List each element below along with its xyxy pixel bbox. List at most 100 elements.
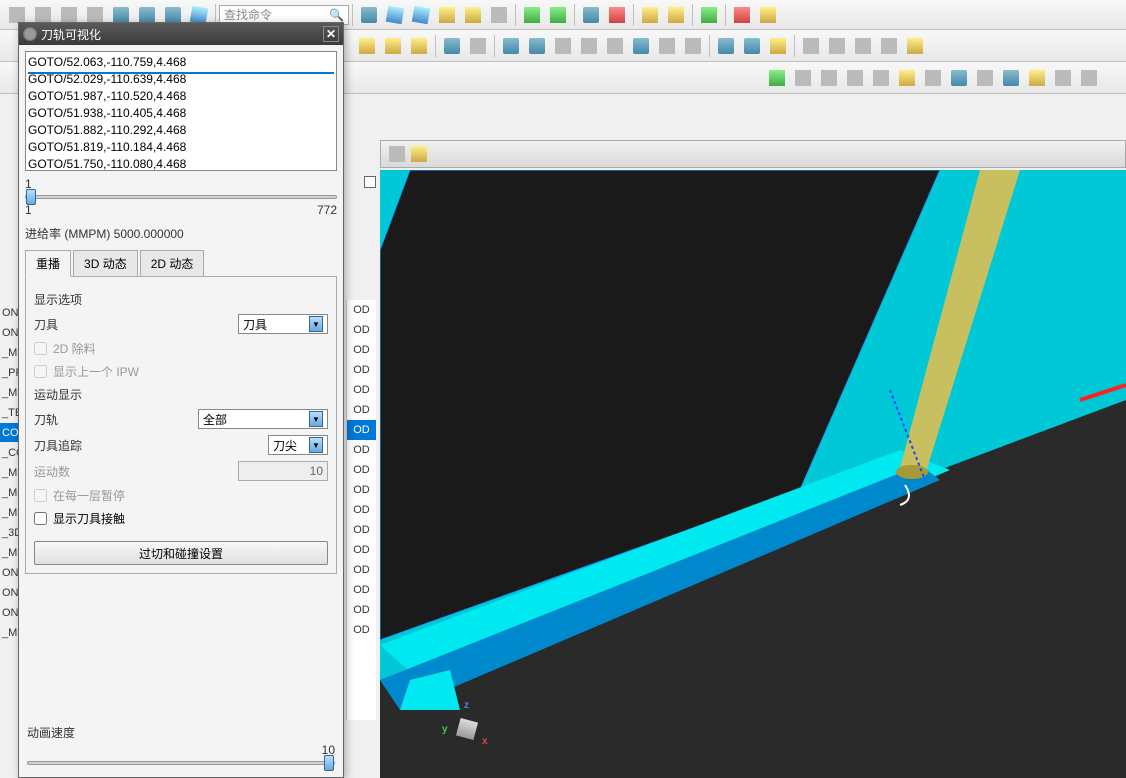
- od-item[interactable]: OD: [347, 560, 376, 580]
- tb-seq2-icon[interactable]: [525, 34, 549, 58]
- tb-m5-icon[interactable]: [869, 66, 893, 90]
- tb-g3-icon[interactable]: [851, 34, 875, 58]
- tb-m4-icon[interactable]: [843, 66, 867, 90]
- od-item[interactable]: OD: [347, 620, 376, 640]
- goto-line[interactable]: GOTO/51.987,-110.520,4.468: [28, 88, 334, 105]
- goto-line[interactable]: GOTO/51.819,-110.184,4.468: [28, 139, 334, 156]
- tb-seq3-icon[interactable]: [551, 34, 575, 58]
- tool-select[interactable]: 刀具 ▼: [238, 314, 328, 334]
- tb-layer2-icon[interactable]: [461, 3, 485, 27]
- replay-panel: 显示选项 刀具 刀具 ▼ 2D 除料 显示上一个 IPW 运动显示 刀轨: [25, 277, 337, 574]
- tb-post-icon[interactable]: [466, 34, 490, 58]
- tb-sel2-icon[interactable]: [740, 34, 764, 58]
- show-contact-checkbox[interactable]: [34, 512, 47, 525]
- tb-bound2-icon[interactable]: [681, 34, 705, 58]
- tb-wire-icon[interactable]: [487, 3, 511, 27]
- tb-flag-icon[interactable]: [895, 66, 919, 90]
- tb-m10-icon[interactable]: [1025, 66, 1049, 90]
- od-item[interactable]: OD: [347, 580, 376, 600]
- goto-listbox[interactable]: GOTO/52.063,-110.759,4.468GOTO/52.029,-1…: [25, 51, 337, 171]
- tb-box-icon[interactable]: [409, 3, 433, 27]
- 3d-viewport[interactable]: x y z: [380, 170, 1126, 778]
- od-item[interactable]: OD: [347, 360, 376, 380]
- toolpath-select[interactable]: 全部 ▼: [198, 409, 328, 429]
- gear-icon[interactable]: [23, 27, 37, 41]
- tb-shade-icon[interactable]: [383, 3, 407, 27]
- tb-op3-icon[interactable]: [407, 34, 431, 58]
- tb-g1-icon[interactable]: [799, 34, 823, 58]
- goto-line[interactable]: GOTO/51.938,-110.405,4.468: [28, 105, 334, 122]
- od-item[interactable]: OD: [347, 520, 376, 540]
- tb-analyze-icon[interactable]: [664, 3, 688, 27]
- tb-wcs-icon[interactable]: [520, 3, 544, 27]
- show-contact-row[interactable]: 显示刀具接触: [34, 510, 328, 527]
- goto-line[interactable]: GOTO/51.750,-110.080,4.468: [28, 156, 334, 171]
- tb-m7-icon[interactable]: [947, 66, 971, 90]
- tb-seq4-icon[interactable]: [577, 34, 601, 58]
- od-item[interactable]: OD: [347, 440, 376, 460]
- tool-trace-value: 刀尖: [273, 437, 297, 454]
- tb-g5-icon[interactable]: [903, 34, 927, 58]
- tb-m2-icon[interactable]: [791, 66, 815, 90]
- goto-line[interactable]: GOTO/51.882,-110.292,4.468: [28, 122, 334, 139]
- tab-2d-dynamic[interactable]: 2D 动态: [140, 250, 205, 276]
- tb-thread-icon[interactable]: [730, 3, 754, 27]
- motion-count-field: 10: [238, 461, 328, 481]
- tb-seq1-icon[interactable]: [499, 34, 523, 58]
- toolpath-visualize-dialog: 刀轨可视化 ✕ GOTO/52.063,-110.759,4.468GOTO/5…: [18, 22, 344, 778]
- slider-thumb[interactable]: [26, 189, 36, 205]
- tb-doc-icon[interactable]: [440, 34, 464, 58]
- tool-trace-select[interactable]: 刀尖 ▼: [268, 435, 328, 455]
- vp-tab-icon2[interactable]: [411, 146, 427, 162]
- tb-wcs2-icon[interactable]: [546, 3, 570, 27]
- od-item[interactable]: OD: [347, 300, 376, 320]
- od-item[interactable]: OD: [347, 340, 376, 360]
- tb-m1-icon[interactable]: [765, 66, 789, 90]
- tab-3d-dynamic[interactable]: 3D 动态: [73, 250, 138, 276]
- tb-sel1-icon[interactable]: [714, 34, 738, 58]
- tab-replay[interactable]: 重播: [25, 250, 71, 277]
- viewport-checkbox[interactable]: [364, 176, 376, 188]
- od-item[interactable]: OD: [347, 400, 376, 420]
- tb-light-icon[interactable]: [638, 3, 662, 27]
- tb-fit-icon[interactable]: [357, 3, 381, 27]
- tb-seq5-icon[interactable]: [603, 34, 627, 58]
- anim-speed-slider[interactable]: [27, 761, 335, 765]
- tb-dim-icon[interactable]: [756, 3, 780, 27]
- tb-g2-icon[interactable]: [825, 34, 849, 58]
- tb-m8-icon[interactable]: [973, 66, 997, 90]
- tb-play-icon[interactable]: [697, 3, 721, 27]
- tb-op1-icon[interactable]: [355, 34, 379, 58]
- od-item[interactable]: OD: [347, 500, 376, 520]
- tb-m12-icon[interactable]: [1077, 66, 1101, 90]
- tb-m6-icon[interactable]: [921, 66, 945, 90]
- od-item[interactable]: OD: [347, 380, 376, 400]
- tb-g4-icon[interactable]: [877, 34, 901, 58]
- goto-line[interactable]: GOTO/52.063,-110.759,4.468: [28, 54, 334, 71]
- toolpath-select-value: 全部: [203, 411, 227, 428]
- tb-layer-icon[interactable]: [435, 3, 459, 27]
- close-icon[interactable]: ✕: [323, 26, 339, 42]
- anim-speed-thumb[interactable]: [324, 755, 334, 771]
- od-item[interactable]: OD: [347, 540, 376, 560]
- frame-slider[interactable]: [25, 195, 337, 199]
- od-item[interactable]: OD: [347, 420, 376, 440]
- tool-select-value: 刀具: [243, 316, 267, 333]
- tb-curve-icon[interactable]: [629, 34, 653, 58]
- tb-m11-icon[interactable]: [1051, 66, 1075, 90]
- tb-assy-icon[interactable]: [579, 3, 603, 27]
- dialog-titlebar[interactable]: 刀轨可视化 ✕: [19, 23, 343, 45]
- od-item[interactable]: OD: [347, 320, 376, 340]
- axis-gizmo[interactable]: x y z: [438, 700, 498, 760]
- tb-op2-icon[interactable]: [381, 34, 405, 58]
- vp-tab-icon[interactable]: [389, 146, 405, 162]
- tb-m3-icon[interactable]: [817, 66, 841, 90]
- tb-m9-icon[interactable]: [999, 66, 1023, 90]
- tb-csys-icon[interactable]: [605, 3, 629, 27]
- od-item[interactable]: OD: [347, 600, 376, 620]
- gouge-collision-button[interactable]: 过切和碰撞设置: [34, 541, 328, 565]
- od-item[interactable]: OD: [347, 460, 376, 480]
- tb-sel3-icon[interactable]: [766, 34, 790, 58]
- od-item[interactable]: OD: [347, 480, 376, 500]
- tb-bound-icon[interactable]: [655, 34, 679, 58]
